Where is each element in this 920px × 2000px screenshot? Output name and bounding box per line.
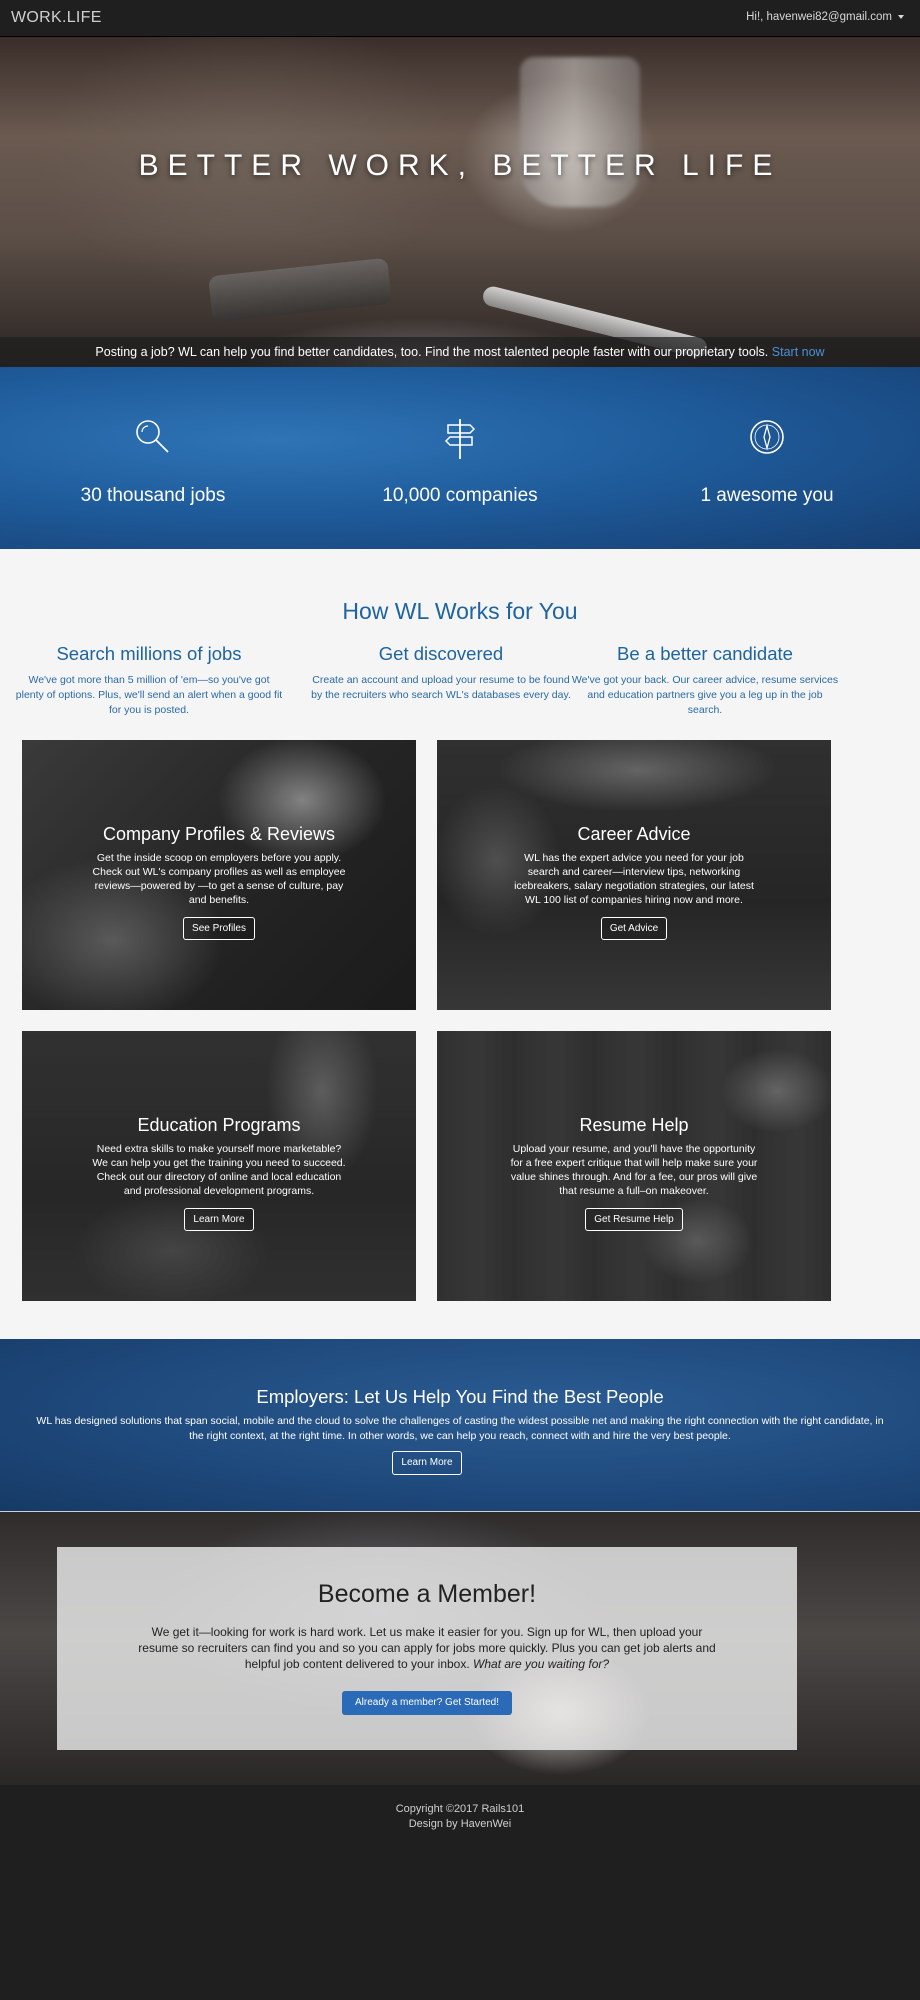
- stat-companies: 10,000 companies: [307, 367, 613, 549]
- employers-title: Employers: Let Us Help You Find the Best…: [256, 1386, 664, 1407]
- card-content: Company Profiles & Reviews Get the insid…: [22, 824, 416, 940]
- compass-icon: [750, 420, 784, 454]
- employers-section: Employers: Let Us Help You Find the Best…: [0, 1339, 920, 1511]
- card-career-advice: Career Advice WL has the expert advice y…: [437, 740, 831, 1010]
- card-text: WL has the expert advice you need for yo…: [514, 852, 754, 906]
- employers-text: WL has designed solutions that span soci…: [36, 1415, 884, 1442]
- stat-you-text: 1 awesome you: [700, 485, 834, 506]
- stat-companies-text: 10,000 companies: [382, 485, 538, 506]
- feature-search-jobs: Search millions of jobs We've got more t…: [14, 643, 284, 718]
- brand-logo[interactable]: WORK.LIFE: [11, 9, 102, 27]
- member-title: Become a Member!: [317, 1580, 537, 1608]
- hero-bar-text: Posting a job? WL can help you find bett…: [95, 345, 769, 359]
- hero-title: BETTER WORK, BETTER LIFE: [138, 149, 782, 182]
- feature-get-discovered: Get discovered Create an account and upl…: [306, 643, 576, 703]
- learn-more-button[interactable]: Learn More: [184, 1208, 254, 1231]
- hero-mug-image: [520, 57, 640, 207]
- get-resume-help-button[interactable]: Get Resume Help: [585, 1208, 683, 1231]
- footer: Copyright ©2017 Rails101 Design by Haven…: [0, 1785, 920, 2000]
- card-title: Career Advice: [577, 824, 691, 844]
- feature-title: Get discovered: [378, 643, 504, 664]
- member-panel: Become a Member! We get it—looking for w…: [57, 1547, 797, 1750]
- card-title: Resume Help: [579, 1115, 689, 1135]
- footer-credit: Design by HavenWei: [408, 1818, 512, 1830]
- employers-learn-more-button[interactable]: Learn More: [392, 1451, 462, 1475]
- stat-jobs: 30 thousand jobs: [0, 367, 306, 549]
- get-advice-button[interactable]: Get Advice: [600, 917, 668, 940]
- hero-phone-image: [208, 257, 392, 323]
- card-content: Education Programs Need extra skills to …: [22, 1115, 416, 1231]
- card-text: Need extra skills to make yourself more …: [92, 1143, 346, 1197]
- feature-text: We've got your back. Our career advice, …: [571, 674, 839, 716]
- card-content: Resume Help Upload your resume, and you'…: [437, 1115, 831, 1231]
- card-title: Company Profiles & Reviews: [102, 824, 336, 844]
- stat-you: 1 awesome you: [614, 367, 920, 549]
- magnifier-icon: [136, 420, 169, 453]
- stat-jobs-text: 30 thousand jobs: [80, 485, 226, 506]
- see-profiles-button[interactable]: See Profiles: [183, 917, 255, 940]
- how-section-title: How WL Works for You: [342, 598, 578, 624]
- member-body-text: We get it—looking for work is hard work.…: [138, 1625, 716, 1671]
- member-text: We get it—looking for work is hard work.…: [132, 1624, 722, 1672]
- card-education-programs: Education Programs Need extra skills to …: [22, 1031, 416, 1301]
- card-content: Career Advice WL has the expert advice y…: [437, 824, 831, 940]
- feature-title: Search millions of jobs: [56, 643, 242, 664]
- caret-down-icon: [898, 15, 904, 19]
- start-now-link[interactable]: Start now: [772, 345, 825, 359]
- user-account-dropdown[interactable]: Hi!, havenwei82@gmail.com: [746, 11, 904, 23]
- top-navbar: WORK.LIFE Hi!, havenwei82@gmail.com: [0, 0, 920, 37]
- get-started-button[interactable]: Already a member? Get Started!: [342, 1691, 512, 1715]
- card-text: Upload your resume, and you'll have the …: [510, 1143, 758, 1197]
- card-title: Education Programs: [137, 1115, 301, 1135]
- card-resume-help: Resume Help Upload your resume, and you'…: [437, 1031, 831, 1301]
- footer-copyright: Copyright ©2017 Rails101: [395, 1803, 525, 1815]
- feature-better-candidate: Be a better candidate We've got your bac…: [570, 643, 840, 718]
- member-section: Become a Member! We get it—looking for w…: [0, 1511, 920, 1785]
- feature-text: Create an account and upload your resume…: [311, 674, 571, 701]
- hero-banner: BETTER WORK, BETTER LIFE Posting a job? …: [0, 37, 920, 367]
- card-text: Get the inside scoop on employers before…: [92, 852, 346, 906]
- stats-band: 30 thousand jobs 10,000 companies 1 awes…: [0, 367, 920, 549]
- hero-employer-bar: Posting a job? WL can help you find bett…: [0, 337, 920, 367]
- card-company-profiles: Company Profiles & Reviews Get the insid…: [22, 740, 416, 1010]
- member-emphasis-text: What are you waiting for?: [473, 1657, 610, 1671]
- feature-text: We've got more than 5 million of 'em—so …: [15, 674, 283, 716]
- user-greeting: Hi!, havenwei82@gmail.com: [746, 11, 892, 23]
- feature-title: Be a better candidate: [617, 643, 793, 664]
- signpost-icon: [444, 419, 476, 459]
